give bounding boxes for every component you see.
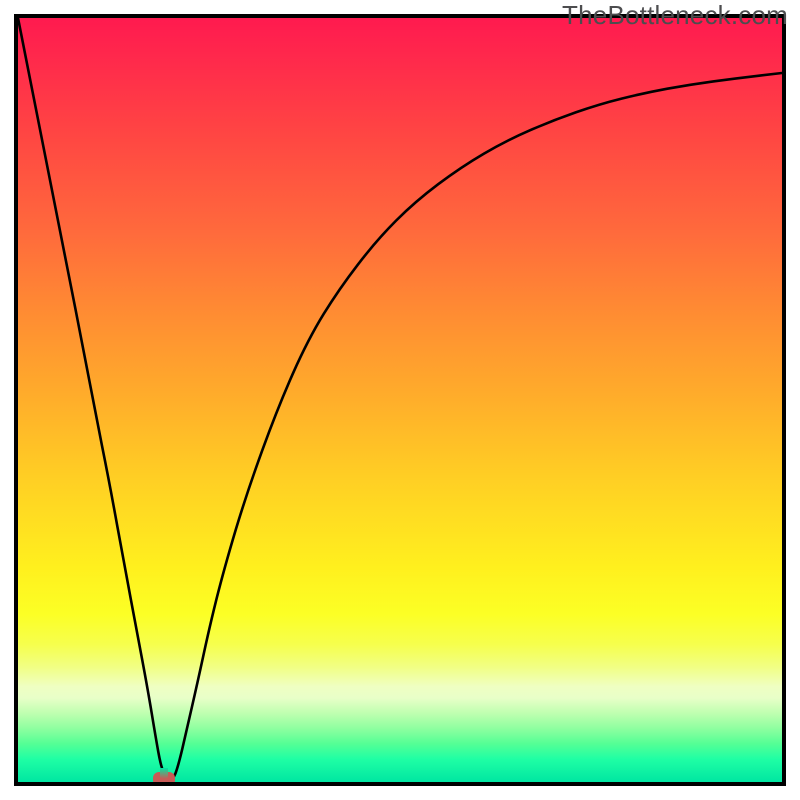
chart-min-marker bbox=[153, 772, 175, 782]
bottleneck-curve-path bbox=[18, 18, 782, 780]
chart-plot-area bbox=[18, 18, 782, 782]
chart-canvas: TheBottleneck.com bbox=[0, 0, 800, 800]
watermark-text: TheBottleneck.com bbox=[562, 0, 788, 31]
chart-curve bbox=[18, 18, 782, 782]
